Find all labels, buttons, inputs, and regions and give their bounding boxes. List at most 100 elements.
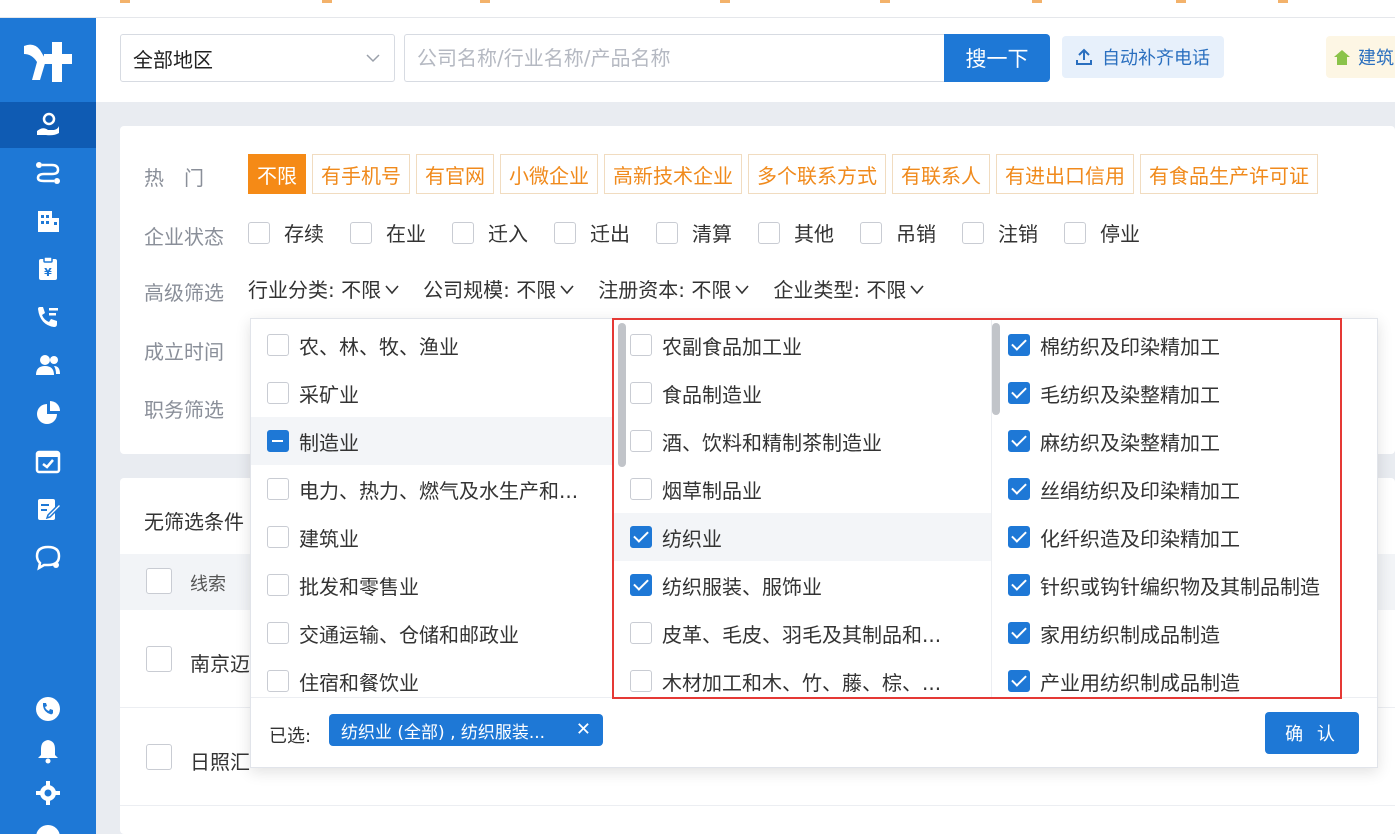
company-name[interactable]: 日照汇	[190, 746, 250, 775]
sidebar-item-settings[interactable]	[0, 770, 96, 816]
checkbox[interactable]	[630, 622, 652, 644]
industry-option[interactable]: 交通运输、仓储和邮政业	[251, 609, 613, 657]
search-button[interactable]: 搜一下	[944, 34, 1050, 82]
sidebar-item-route[interactable]	[0, 150, 96, 196]
checkbox[interactable]	[1064, 221, 1086, 244]
sidebar-item-analytics[interactable]	[0, 390, 96, 436]
checkbox[interactable]	[860, 221, 882, 244]
status-option[interactable]: 存续	[248, 218, 324, 247]
status-option[interactable]: 吊销	[860, 218, 936, 247]
sidebar-item-help[interactable]	[0, 814, 96, 834]
checkbox-checked[interactable]	[630, 526, 652, 548]
checkbox[interactable]	[630, 478, 652, 500]
hot-tag[interactable]: 小微企业	[500, 154, 598, 194]
status-option[interactable]: 迁出	[554, 218, 630, 247]
industry-option-textile[interactable]: 纺织业	[614, 513, 991, 561]
checkbox[interactable]	[630, 430, 652, 452]
type-filter[interactable]: 企业类型: 不限	[773, 274, 926, 303]
hot-tag[interactable]: 多个联系方式	[748, 154, 886, 194]
industry-option[interactable]: 批发和零售业	[251, 561, 613, 609]
checkbox-indeterminate[interactable]	[267, 430, 289, 452]
sidebar-item-calls[interactable]	[0, 294, 96, 340]
status-option[interactable]: 停业	[1064, 218, 1140, 247]
industry-option[interactable]: 家用纺织制成品制造	[992, 609, 1379, 657]
industry-option[interactable]: 木材加工和木、竹、藤、棕、...	[614, 657, 991, 697]
status-option[interactable]: 在业	[350, 218, 426, 247]
close-icon[interactable]: ✕	[576, 719, 591, 740]
industry-option[interactable]: 农、林、牧、渔业	[251, 321, 613, 369]
status-option[interactable]: 其他	[758, 218, 834, 247]
sidebar-item-calendar[interactable]	[0, 438, 96, 484]
checkbox-checked[interactable]	[1008, 526, 1030, 548]
checkbox[interactable]	[758, 221, 780, 244]
industry-option[interactable]: 采矿业	[251, 369, 613, 417]
industry-filter[interactable]: 行业分类: 不限	[248, 274, 401, 303]
hot-tag[interactable]: 高新技术企业	[604, 154, 742, 194]
checkbox[interactable]	[554, 221, 576, 244]
sidebar-item-company[interactable]	[0, 198, 96, 244]
hot-tag[interactable]: 有官网	[416, 154, 494, 194]
industry-option[interactable]: 皮革、毛皮、羽毛及其制品和...	[614, 609, 991, 657]
checkbox-checked[interactable]	[630, 574, 652, 596]
auto-phone-button[interactable]: 自动补齐电话	[1062, 36, 1224, 78]
checkbox[interactable]	[267, 670, 289, 692]
checkbox[interactable]	[267, 622, 289, 644]
sidebar-item-phone[interactable]	[0, 686, 96, 732]
industry-option[interactable]: 毛纺织及染整精加工	[992, 369, 1379, 417]
status-option[interactable]: 清算	[656, 218, 732, 247]
industry-option[interactable]: 农副食品加工业	[614, 321, 991, 369]
industry-option[interactable]: 食品制造业	[614, 369, 991, 417]
checkbox-checked[interactable]	[1008, 622, 1030, 644]
row-checkbox[interactable]	[146, 744, 172, 770]
industry-option[interactable]: 烟草制品业	[614, 465, 991, 513]
sidebar-item-notes[interactable]	[0, 486, 96, 532]
sidebar-item-finance[interactable]: ¥	[0, 246, 96, 292]
hot-tag[interactable]: 有联系人	[892, 154, 990, 194]
checkbox[interactable]	[630, 334, 652, 356]
checkbox-checked[interactable]	[1008, 574, 1030, 596]
company-name[interactable]: 南京迈	[190, 648, 250, 677]
industry-option[interactable]: 酒、饮料和精制茶制造业	[614, 417, 991, 465]
size-filter[interactable]: 公司规模: 不限	[423, 274, 576, 303]
checkbox[interactable]	[630, 670, 652, 692]
checkbox[interactable]	[962, 221, 984, 244]
industry-option[interactable]: 棉纺织及印染精加工	[992, 321, 1379, 369]
hot-tag[interactable]: 有手机号	[312, 154, 410, 194]
checkbox-checked[interactable]	[1008, 382, 1030, 404]
build-button[interactable]: 建筑	[1326, 36, 1395, 78]
hot-tag[interactable]: 有进出口信用	[996, 154, 1134, 194]
checkbox[interactable]	[630, 382, 652, 404]
industry-option[interactable]: 化纤织造及印染精加工	[992, 513, 1379, 561]
industry-option[interactable]: 纺织服装、服饰业	[614, 561, 991, 609]
checkbox[interactable]	[248, 221, 270, 244]
checkbox[interactable]	[267, 526, 289, 548]
status-option[interactable]: 迁入	[452, 218, 528, 247]
checkbox[interactable]	[350, 221, 372, 244]
checkbox-checked[interactable]	[1008, 334, 1030, 356]
checkbox[interactable]	[267, 382, 289, 404]
sidebar-item-leads[interactable]	[0, 102, 96, 148]
industry-option[interactable]: 产业用纺织制成品制造	[992, 657, 1379, 697]
checkbox-checked[interactable]	[1008, 430, 1030, 452]
sidebar-item-notifications[interactable]	[0, 728, 96, 774]
row-checkbox[interactable]	[146, 646, 172, 672]
hot-tag-all[interactable]: 不限	[248, 154, 306, 194]
region-select[interactable]: 全部地区	[120, 34, 395, 82]
hot-tag[interactable]: 有食品生产许可证	[1140, 154, 1318, 194]
industry-option[interactable]: 建筑业	[251, 513, 613, 561]
scrollbar[interactable]	[618, 323, 626, 467]
search-input[interactable]	[404, 34, 944, 82]
capital-filter[interactable]: 注册资本: 不限	[598, 274, 751, 303]
status-option[interactable]: 注销	[962, 218, 1038, 247]
checkbox[interactable]	[267, 574, 289, 596]
industry-option[interactable]: 住宿和餐饮业	[251, 657, 613, 697]
confirm-button[interactable]: 确 认	[1265, 712, 1359, 754]
industry-option[interactable]: 丝绢纺织及印染精加工	[992, 465, 1379, 513]
checkbox-checked[interactable]	[1008, 478, 1030, 500]
sidebar-item-chat[interactable]	[0, 534, 96, 580]
checkbox[interactable]	[267, 478, 289, 500]
select-all-checkbox[interactable]	[146, 568, 172, 594]
industry-option[interactable]: 针织或钩针编织物及其制品制造	[992, 561, 1379, 609]
industry-option[interactable]: 麻纺织及染整精加工	[992, 417, 1379, 465]
industry-option[interactable]: 电力、热力、燃气及水生产和...	[251, 465, 613, 513]
